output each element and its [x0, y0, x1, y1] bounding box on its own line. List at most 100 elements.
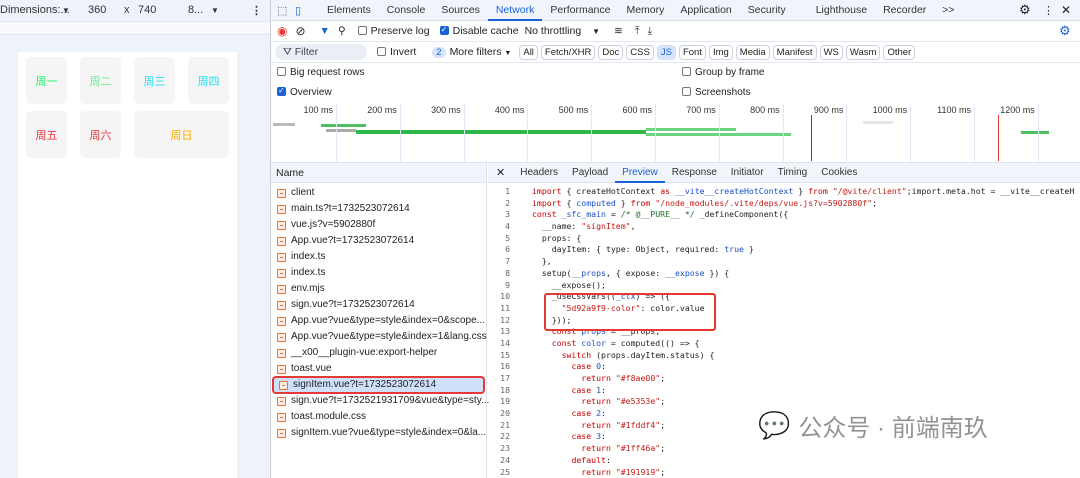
request-row[interactable]: signItem.vue?vue&type=style&index=0&la..… — [271, 425, 486, 441]
tab-performance[interactable]: Performance — [542, 0, 618, 21]
filter-type-other[interactable]: Other — [883, 44, 916, 60]
name-column-header[interactable]: Name — [271, 163, 486, 183]
device-toggle-icon[interactable]: ▯ — [295, 4, 319, 17]
request-name: App.vue?t=1732523072614 — [291, 235, 415, 246]
preserve-log-checkbox[interactable]: Preserve log — [357, 25, 430, 37]
throttling-select[interactable]: No throttling ▼ — [525, 25, 600, 37]
tab-security[interactable]: Security — [740, 0, 794, 21]
day-cell[interactable]: 周一 — [26, 57, 67, 104]
code-token: _sfc_main — [561, 209, 611, 220]
filter-type-doc[interactable]: Doc — [598, 44, 624, 60]
request-row[interactable]: client — [271, 185, 486, 201]
record-icon[interactable]: ◉ — [277, 24, 287, 38]
height-input[interactable]: 740 — [138, 4, 156, 16]
line-number: 4 — [505, 221, 510, 232]
filter-type-font[interactable]: Font — [678, 44, 706, 60]
tab-lighthouse[interactable]: Lighthouse — [808, 0, 875, 21]
day-cell[interactable]: 周日 — [134, 111, 229, 158]
tab-more[interactable]: >> — [934, 0, 962, 21]
day-cell[interactable]: 周二 — [80, 57, 121, 104]
more-icon[interactable]: ⋮ — [251, 4, 262, 17]
filter-type-all[interactable]: All — [519, 44, 538, 60]
group-by-frame-checkbox[interactable]: Group by frame — [682, 67, 764, 78]
request-row[interactable]: __x00__plugin-vue:export-helper — [271, 345, 486, 361]
load-marker — [998, 115, 999, 161]
request-row[interactable]: main.ts?t=1732523072614 — [271, 201, 486, 217]
code-token: const — [551, 337, 582, 348]
filter-type-css[interactable]: CSS — [626, 44, 654, 60]
width-input[interactable]: 360 — [88, 4, 106, 16]
overview-checkbox[interactable]: Overview — [277, 86, 332, 98]
request-row[interactable]: env.mjs — [271, 281, 486, 297]
filter-input[interactable]: ⛛ Filter — [275, 44, 367, 60]
day-cell[interactable]: 周六 — [80, 111, 121, 158]
tab-application[interactable]: Application — [672, 0, 739, 21]
day-cell[interactable]: 周四 — [188, 57, 229, 104]
tab-recorder[interactable]: Recorder — [875, 0, 934, 21]
tab-network[interactable]: Network — [487, 0, 543, 21]
network-overview[interactable]: 100 ms 200 ms 300 ms 400 ms 500 ms 600 ms 700 … — [271, 101, 1080, 163]
detail-tab-initiator[interactable]: Initiator — [724, 163, 771, 183]
detail-tab-cookies[interactable]: Cookies — [814, 163, 864, 183]
settings-gear-icon[interactable]: ⚙ — [1059, 23, 1071, 39]
big-request-rows-checkbox[interactable]: Big request rows — [277, 67, 364, 78]
screenshots-checkbox[interactable]: Screenshots — [682, 87, 751, 98]
search-icon[interactable]: ⚲ — [338, 25, 346, 37]
disable-cache-checkbox[interactable]: Disable cache — [439, 25, 519, 37]
network-conditions-icon[interactable]: ≋ — [614, 25, 623, 37]
more-icon[interactable]: ⋮ — [1043, 4, 1054, 17]
detail-tab-headers[interactable]: Headers — [513, 163, 565, 183]
tab-elements[interactable]: Elements — [319, 0, 379, 21]
request-row[interactable]: vue.js?v=5902880f — [271, 217, 486, 233]
tab-memory[interactable]: Memory — [618, 0, 672, 21]
code-line: 14 const color = computed(() => { — [488, 338, 1080, 350]
filter-type-js[interactable]: JS — [656, 44, 676, 60]
tab-console[interactable]: Console — [379, 0, 434, 21]
line-number: 22 — [500, 431, 510, 442]
tab-sources[interactable]: Sources — [433, 0, 488, 21]
close-icon[interactable]: ✕ — [1061, 3, 1071, 17]
gear-icon[interactable]: ⚙ — [1019, 2, 1031, 18]
request-row[interactable]: App.vue?vue&type=style&index=1&lang.css — [271, 329, 487, 345]
filter-type-ws[interactable]: WS — [819, 44, 843, 60]
timeline-tick: 100 ms — [303, 105, 333, 115]
day-cell[interactable]: 周三 — [134, 57, 175, 104]
inspect-icon[interactable]: ⬚ — [277, 4, 295, 17]
clear-icon[interactable]: ⊘ — [295, 24, 305, 38]
code-line: 19 return "#e5353e"; — [488, 396, 1080, 408]
code-line: 3 const _sfc_main = /* @__PURE__ */ _defi… — [488, 209, 1080, 221]
filter-type-img[interactable]: Img — [708, 44, 733, 60]
devtools-tabbar: ⬚ ▯ Elements Console Sources Network Perform… — [271, 0, 1080, 21]
import-har-icon[interactable]: ⤒ — [635, 25, 640, 38]
request-row[interactable]: index.ts — [271, 249, 486, 265]
request-row[interactable]: sign.vue?t=1732521931709&vue&type=sty... — [271, 393, 489, 409]
filter-type-fetchxhr[interactable]: Fetch/XHR — [540, 44, 596, 60]
filter-type-manifest[interactable]: Manifest — [772, 44, 817, 60]
dimensions-select[interactable]: Dimensions:... — [0, 4, 70, 16]
zoom-select[interactable]: 8... — [188, 4, 203, 16]
filter-type-media[interactable]: Media — [735, 44, 770, 60]
code-text: import { computed } from "/node_modules/… — [532, 198, 877, 210]
request-row[interactable]: sign.vue?t=1732523072614 — [271, 297, 486, 313]
detail-tab-preview[interactable]: Preview — [615, 163, 665, 183]
request-row[interactable]: signItem.vue?t=1732523072614 — [272, 376, 485, 394]
detail-tab-response[interactable]: Response — [665, 163, 724, 183]
request-row[interactable]: App.vue?t=1732523072614 — [271, 233, 486, 249]
request-row[interactable]: toast.module.css — [271, 409, 486, 425]
day-cell[interactable]: 周五 — [26, 111, 67, 158]
invert-checkbox[interactable]: Invert — [377, 46, 416, 58]
detail-tab-payload[interactable]: Payload — [565, 163, 615, 183]
request-name: App.vue?vue&type=style&index=0&scope... — [291, 315, 486, 326]
close-icon[interactable]: ✕ — [488, 166, 513, 179]
request-row[interactable]: App.vue?vue&type=style&index=0&scope... — [271, 313, 486, 329]
request-row[interactable]: toast.vue — [271, 361, 486, 377]
request-row[interactable]: index.ts — [271, 265, 486, 281]
more-filters-button[interactable]: More filters ▼ — [450, 46, 512, 58]
filter-icon[interactable]: ▼ — [320, 25, 330, 37]
filter-type-wasm[interactable]: Wasm — [845, 44, 881, 60]
code-line: 17 return "#f8ae00"; — [488, 373, 1080, 385]
export-har-icon[interactable]: ⤓ — [648, 25, 653, 38]
detail-tab-timing[interactable]: Timing — [771, 163, 815, 183]
